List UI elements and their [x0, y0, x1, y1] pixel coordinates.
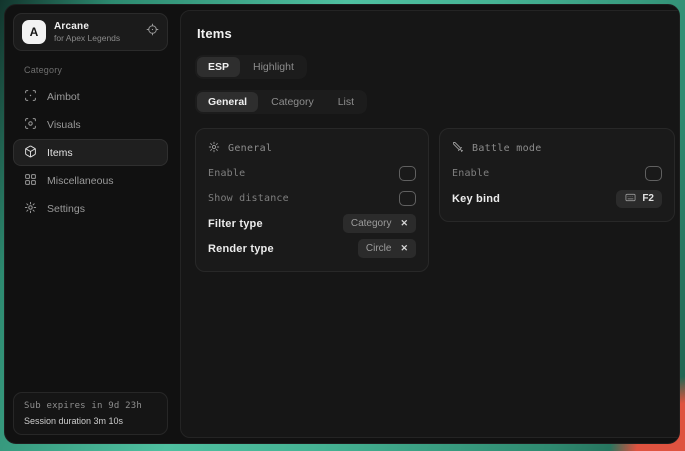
view-tab-group: General Category List [195, 90, 367, 114]
sidebar-item-settings[interactable]: Settings [13, 195, 168, 222]
general-card-title: General [228, 143, 272, 154]
filter-type-value: Category [351, 218, 392, 229]
tab-general[interactable]: General [197, 92, 258, 112]
setting-label: Key bind [452, 193, 500, 205]
main-panel: Items ESP Highlight General Category Lis… [180, 10, 680, 438]
general-card-header: General [208, 138, 416, 158]
sidebar-section-label: Category [24, 65, 168, 75]
tab-highlight[interactable]: Highlight [242, 57, 305, 77]
target-icon[interactable] [146, 23, 159, 41]
keybind-button[interactable]: F2 [616, 190, 662, 208]
app-window: A Arcane for Apex Legends Category Aimbo… [4, 4, 680, 444]
brand-text: Arcane for Apex Legends [54, 21, 120, 43]
mode-tab-group: ESP Highlight [195, 55, 307, 79]
tab-list[interactable]: List [327, 92, 365, 112]
close-icon[interactable]: ✕ [400, 243, 408, 254]
cog-icon [208, 141, 220, 156]
keybind-value: F2 [642, 193, 654, 204]
filter-type-select[interactable]: Category ✕ [343, 214, 416, 233]
setting-label: Filter type [208, 218, 263, 230]
cards-row: General Enable Show distance Filter type… [195, 128, 675, 272]
crosshair-icon [24, 89, 37, 105]
setting-label: Enable [208, 168, 245, 179]
sidebar-item-label: Aimbot [47, 91, 80, 103]
setting-label: Show distance [208, 193, 289, 204]
show-distance-checkbox[interactable] [399, 191, 416, 206]
general-card: General Enable Show distance Filter type… [195, 128, 429, 272]
sidebar: A Arcane for Apex Legends Category Aimbo… [5, 5, 176, 443]
app-name: Arcane [54, 21, 120, 32]
sword-icon [452, 141, 464, 156]
sidebar-item-aimbot[interactable]: Aimbot [13, 83, 168, 110]
render-type-value: Circle [366, 243, 392, 254]
eye-scan-icon [24, 117, 37, 133]
gear-icon [24, 201, 37, 217]
session-card: Sub expires in 9d 23h Session duration 3… [13, 392, 168, 435]
sidebar-item-visuals[interactable]: Visuals [13, 111, 168, 138]
sidebar-item-label: Settings [47, 203, 85, 215]
battle-card-header: Battle mode [452, 138, 662, 158]
sidebar-item-label: Miscellaneous [47, 175, 114, 187]
setting-row-battle-enable: Enable [452, 161, 662, 186]
setting-row-key-bind: Key bind F2 [452, 186, 662, 211]
package-icon [24, 145, 37, 161]
sub-expires-text: Sub expires in 9d 23h [24, 401, 157, 411]
render-type-select[interactable]: Circle ✕ [358, 239, 416, 258]
setting-row-filter-type: Filter type Category ✕ [208, 211, 416, 236]
page-title: Items [197, 26, 675, 41]
battle-mode-card: Battle mode Enable Key bind F2 [439, 128, 675, 222]
sidebar-item-label: Visuals [47, 119, 81, 131]
setting-row-enable: Enable [208, 161, 416, 186]
app-subtitle: for Apex Legends [54, 33, 120, 43]
app-logo: A [22, 20, 46, 44]
grid-icon [24, 173, 37, 189]
enable-checkbox[interactable] [399, 166, 416, 181]
setting-label: Enable [452, 168, 489, 179]
brand-card: A Arcane for Apex Legends [13, 13, 168, 51]
setting-row-render-type: Render type Circle ✕ [208, 236, 416, 261]
tab-category[interactable]: Category [260, 92, 325, 112]
sidebar-item-label: Items [47, 147, 73, 159]
battle-enable-checkbox[interactable] [645, 166, 662, 181]
setting-row-show-distance: Show distance [208, 186, 416, 211]
tab-esp[interactable]: ESP [197, 57, 240, 77]
keyboard-icon [624, 190, 637, 208]
session-duration-text: Session duration 3m 10s [24, 416, 157, 426]
setting-label: Render type [208, 243, 274, 255]
close-icon[interactable]: ✕ [400, 218, 408, 229]
sidebar-item-items[interactable]: Items [13, 139, 168, 166]
sidebar-spacer [13, 223, 168, 392]
sidebar-item-miscellaneous[interactable]: Miscellaneous [13, 167, 168, 194]
battle-card-title: Battle mode [472, 143, 542, 154]
